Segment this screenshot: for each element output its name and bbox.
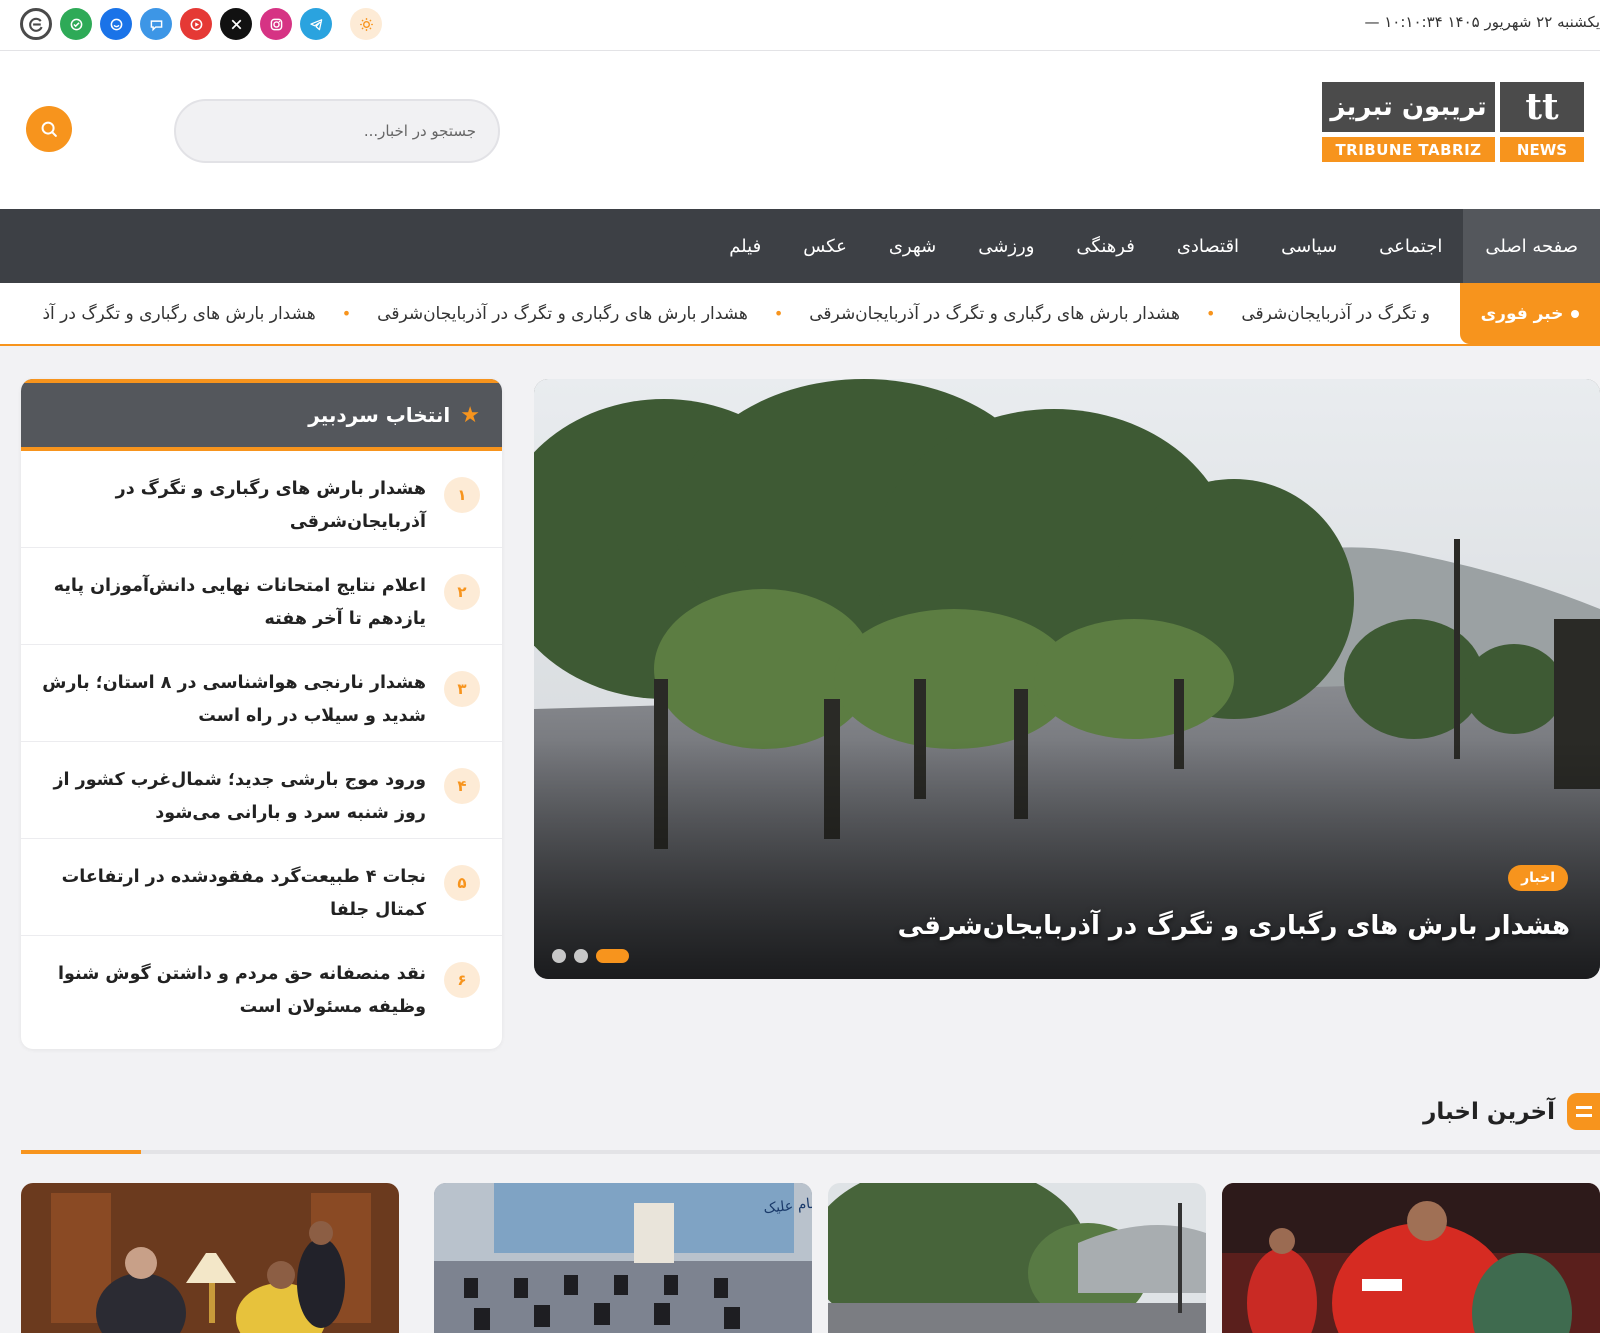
rank-badge: ۱ — [444, 477, 480, 513]
ticker-track: و تگرگ در آذربایجان‌شرقی • هشدار بارش ها… — [42, 283, 1430, 344]
site-header: تریبون تبریز tt TRIBUNE TABRIZ NEWS — [0, 51, 1600, 209]
top-bar: یکشنبه ۲۲ شهریور ۱۴۰۵ ۱۰:۱۰:۳۴ — — [0, 0, 1600, 51]
nav-sports[interactable]: ورزشی — [957, 209, 1055, 283]
latest-news-grid: الامام علیک — [21, 1183, 1600, 1333]
slider-dot-active[interactable] — [596, 949, 629, 963]
slider-dot[interactable] — [552, 949, 566, 963]
search-button[interactable] — [26, 106, 72, 152]
list-item[interactable]: ۴ ورود موج بارشی جدید؛ شمال‌غرب کشور از … — [21, 742, 502, 839]
nav-social[interactable]: اجتماعی — [1358, 209, 1463, 283]
hero-title[interactable]: هشدار بارش های رگباری و تگرگ در آذربایجا… — [898, 911, 1570, 941]
nav-home[interactable]: صفحه اصلی — [1463, 209, 1600, 283]
bullet-icon: • — [1205, 304, 1216, 323]
pick-title[interactable]: نقد منصفانه حق مردم و داشتن گوش شنوا وظی… — [41, 958, 426, 1024]
nav-economy[interactable]: اقتصادی — [1156, 209, 1260, 283]
nav-video[interactable]: فیلم — [708, 209, 782, 283]
ticker-item[interactable]: و تگرگ در آذربایجان‌شرقی — [1241, 304, 1430, 324]
pick-title[interactable]: هشدار نارنجی هواشناسی در ۸ استان؛ بارش ش… — [41, 667, 426, 733]
editor-pick-header: ★ انتخاب سردبیر — [21, 379, 502, 451]
editor-pick-list: ۱ هشدار بارش های رگباری و تگرگ در آذربای… — [21, 451, 502, 1033]
soroush-icon[interactable] — [140, 8, 172, 40]
logo-mark: tt — [1500, 82, 1584, 132]
section-divider — [21, 1150, 1600, 1154]
live-dot-icon — [1571, 309, 1580, 318]
hero-category-tag[interactable]: اخبار — [1508, 865, 1568, 891]
pick-title[interactable]: ورود موج بارشی جدید؛ شمال‌غرب کشور از رو… — [41, 764, 426, 830]
bullet-icon: • — [773, 304, 784, 323]
editor-pick-title: انتخاب سردبیر — [308, 403, 451, 427]
search-input[interactable] — [174, 99, 500, 163]
logo-persian-text: تریبون تبریز — [1322, 82, 1495, 132]
telegram-icon[interactable] — [300, 8, 332, 40]
news-card-image[interactable] — [21, 1183, 399, 1333]
search-icon — [41, 121, 57, 137]
ticker-item[interactable]: هشدار بارش های رگباری و تگرگ در آذربایجا… — [377, 304, 748, 324]
ticker-item[interactable]: هشدار بارش های رگباری و تگرگ در آذ — [42, 304, 315, 324]
breaking-label-text: خبر فوری — [1480, 303, 1564, 324]
rank-badge: ۶ — [444, 962, 480, 998]
logo-news-badge: NEWS — [1500, 137, 1584, 162]
star-icon: ★ — [460, 402, 480, 428]
current-date: یکشنبه ۲۲ شهریور ۱۴۰۵ ۱۰:۱۰:۳۴ — — [1364, 13, 1600, 31]
list-item[interactable]: ۶ نقد منصفانه حق مردم و داشتن گوش شنوا و… — [21, 936, 502, 1033]
pick-title[interactable]: اعلام نتایج امتحانات نهایی دانش‌آموزان پ… — [41, 570, 426, 636]
breaking-label: خبر فوری — [1460, 283, 1600, 344]
social-links — [20, 8, 382, 40]
bale-icon[interactable] — [60, 8, 92, 40]
list-item[interactable]: ۳ هشدار نارنجی هواشناسی در ۸ استان؛ بارش… — [21, 645, 502, 742]
latest-news-header: آخرین اخبار — [1423, 1093, 1600, 1130]
ticker-item[interactable]: هشدار بارش های رگباری و تگرگ در آذربایجا… — [809, 304, 1180, 324]
nav-politics[interactable]: سیاسی — [1260, 209, 1358, 283]
rank-badge: ۵ — [444, 865, 480, 901]
nav-culture[interactable]: فرهنگی — [1055, 209, 1155, 283]
nav-photo[interactable]: عکس — [782, 209, 868, 283]
site-logo[interactable]: تریبون تبریز tt TRIBUNE TABRIZ NEWS — [1322, 82, 1584, 162]
aparat-icon[interactable] — [180, 8, 212, 40]
hero-image — [534, 379, 1600, 979]
list-item[interactable]: ۱ هشدار بارش های رگباری و تگرگ در آذربای… — [21, 451, 502, 548]
instagram-icon[interactable] — [260, 8, 292, 40]
rank-badge: ۲ — [444, 574, 480, 610]
news-card-image[interactable]: الامام علیک — [434, 1183, 812, 1333]
x-icon[interactable] — [220, 8, 252, 40]
hero-slider[interactable]: اخبار هشدار بارش های رگباری و تگرگ در آذ… — [534, 379, 1600, 979]
sun-icon[interactable] — [350, 8, 382, 40]
latest-news-title: آخرین اخبار — [1423, 1098, 1555, 1125]
main-nav: صفحه اصلی اجتماعی سیاسی اقتصادی فرهنگی و… — [0, 209, 1600, 283]
rubika-icon[interactable] — [100, 8, 132, 40]
nav-city[interactable]: شهری — [868, 209, 957, 283]
list-item[interactable]: ۲ اعلام نتایج امتحانات نهایی دانش‌آموزان… — [21, 548, 502, 645]
editor-pick-panel: ★ انتخاب سردبیر ۱ هشدار بارش های رگباری … — [21, 379, 502, 1049]
breaking-news-ticker: خبر فوری و تگرگ در آذربایجان‌شرقی • هشدا… — [0, 283, 1600, 346]
rank-badge: ۳ — [444, 671, 480, 707]
list-item[interactable]: ۵ نجات ۴ طبیعت‌گرد مفقودشده در ارتفاعات … — [21, 839, 502, 936]
logo-english-text: TRIBUNE TABRIZ — [1322, 137, 1495, 162]
bullet-icon: • — [341, 304, 352, 323]
news-card-image[interactable] — [828, 1183, 1206, 1333]
pick-title[interactable]: هشدار بارش های رگباری و تگرگ در آذربایجا… — [41, 473, 426, 539]
slider-dots — [552, 949, 629, 963]
pick-title[interactable]: نجات ۴ طبیعت‌گرد مفقودشده در ارتفاعات کم… — [41, 861, 426, 927]
news-card-image[interactable] — [1222, 1183, 1600, 1333]
list-icon — [1567, 1093, 1600, 1130]
rank-badge: ۴ — [444, 768, 480, 804]
eitaa-icon[interactable] — [20, 8, 52, 40]
slider-dot[interactable] — [574, 949, 588, 963]
